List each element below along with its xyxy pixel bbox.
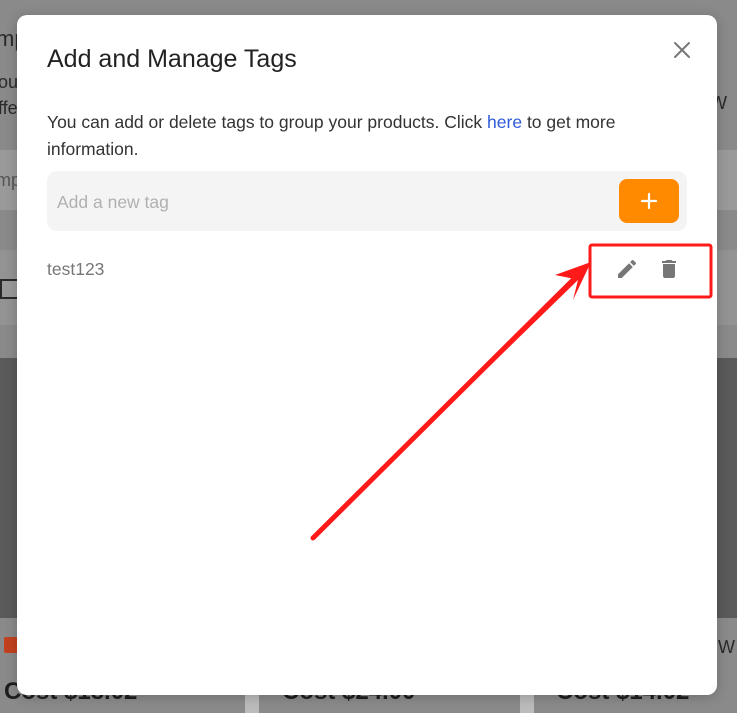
add-tag-button[interactable] — [619, 179, 679, 223]
new-tag-input[interactable] — [55, 179, 599, 225]
description-text: You can add or delete tags to group your… — [47, 112, 488, 132]
bg-product-image — [717, 358, 737, 618]
plus-icon — [640, 192, 658, 210]
modal-description: You can add or delete tags to group your… — [47, 109, 667, 163]
modal-title: Add and Manage Tags — [47, 45, 297, 73]
new-tag-row — [47, 171, 687, 231]
tag-row: test123 — [47, 255, 687, 285]
tag-name: test123 — [47, 259, 105, 279]
bg-product-image — [0, 358, 17, 618]
edit-tag-button[interactable] — [615, 257, 639, 281]
pencil-icon — [618, 259, 637, 278]
delete-tag-button[interactable] — [657, 257, 681, 281]
close-button[interactable] — [673, 41, 691, 59]
bg-text-fragment: ou — [0, 72, 19, 92]
bg-text-fragment: ffe — [0, 98, 18, 118]
trash-icon — [662, 260, 676, 278]
manage-tags-modal: Add and Manage Tags You can add or delet… — [17, 15, 717, 695]
tag-actions — [615, 257, 681, 283]
close-icon — [674, 42, 690, 58]
help-link[interactable]: here — [487, 112, 522, 132]
